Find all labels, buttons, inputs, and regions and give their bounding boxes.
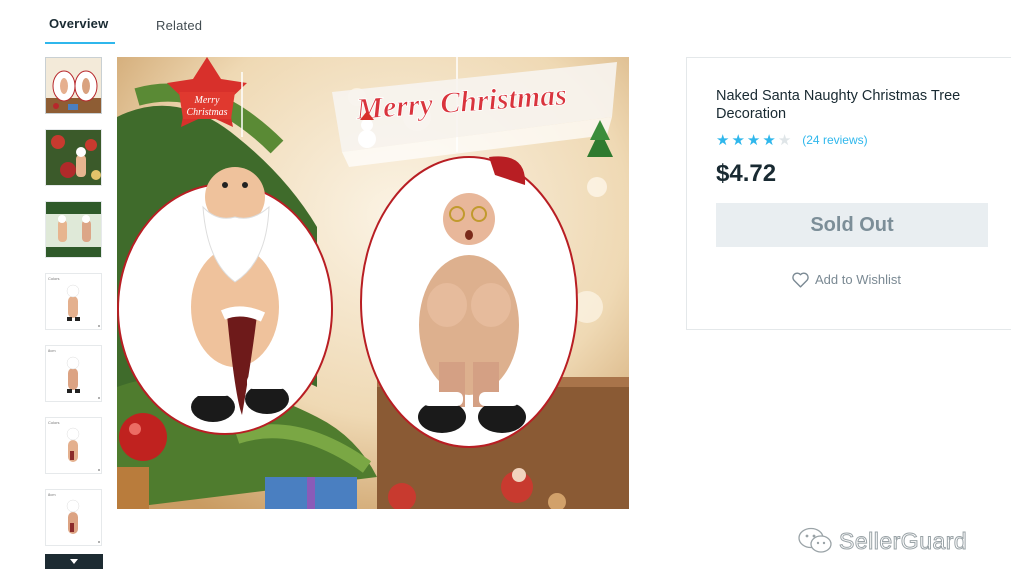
chevron-down-icon (70, 559, 78, 564)
thumbnail-image (66, 284, 100, 327)
main-product-image[interactable]: Merry Christmas Merry Christmas (117, 57, 629, 509)
product-price: $4.72 (716, 160, 777, 187)
star-icon: ★ (777, 131, 792, 149)
thumbnail-image (66, 427, 100, 471)
thumbnail-6[interactable]: Colors (45, 417, 102, 474)
wishlist-label: Add to Wishlist (815, 272, 901, 287)
tab-overview[interactable]: Overview (49, 16, 108, 31)
thumbnail-2[interactable] (45, 129, 102, 186)
thumbnail-image (66, 499, 100, 543)
product-rating: ★ ★ ★ ★ ★ (24 reviews) (716, 131, 868, 149)
thumbnail-3[interactable] (45, 201, 102, 258)
watermark-text: SellerGuard (838, 527, 968, 554)
thumbnail-image (46, 130, 101, 185)
wechat-icon (798, 527, 832, 553)
heart-icon (792, 272, 809, 288)
add-to-wishlist-button[interactable]: Add to Wishlist (791, 271, 901, 288)
thumbnail-caption: Colors (48, 420, 60, 425)
thumbnail-strip[interactable]: Colors 8cm Colors 8cm (44, 57, 104, 569)
sold-out-button[interactable]: Sold Out (716, 203, 988, 247)
reviews-link[interactable]: (24 reviews) (802, 133, 867, 147)
thumbnail-4[interactable]: Colors (45, 273, 102, 330)
product-info-panel: Naked Santa Naughty Christmas Tree Decor… (686, 57, 1011, 330)
thumbnail-scroll-down-button[interactable] (45, 554, 103, 569)
active-tab-indicator (45, 42, 115, 44)
product-title: Naked Santa Naughty Christmas Tree Decor… (716, 88, 961, 122)
star-icon: ★ (716, 131, 730, 149)
star-icon: ★ (731, 131, 745, 149)
star-icon: ★ (746, 131, 761, 149)
watermark: SellerGuard (797, 527, 967, 555)
tag-text-1: Merry (194, 95, 221, 106)
product-photo: Merry Christmas Merry Christmas (117, 57, 629, 509)
thumbnail-caption: Colors (48, 276, 60, 281)
thumbnail-caption: 8cm (48, 492, 56, 497)
thumbnail-5[interactable]: 8cm (45, 345, 102, 402)
thumbnail-image (66, 356, 100, 399)
thumbnail-image (46, 202, 101, 257)
thumbnail-image (46, 58, 101, 113)
star-icon: ★ (762, 131, 776, 149)
thumbnail-1[interactable] (45, 57, 102, 114)
tag-text-2: Christmas (186, 107, 227, 118)
tab-related[interactable]: Related (156, 18, 202, 33)
thumbnail-7[interactable]: 8cm (45, 489, 102, 546)
thumbnail-caption: 8cm (48, 348, 56, 353)
